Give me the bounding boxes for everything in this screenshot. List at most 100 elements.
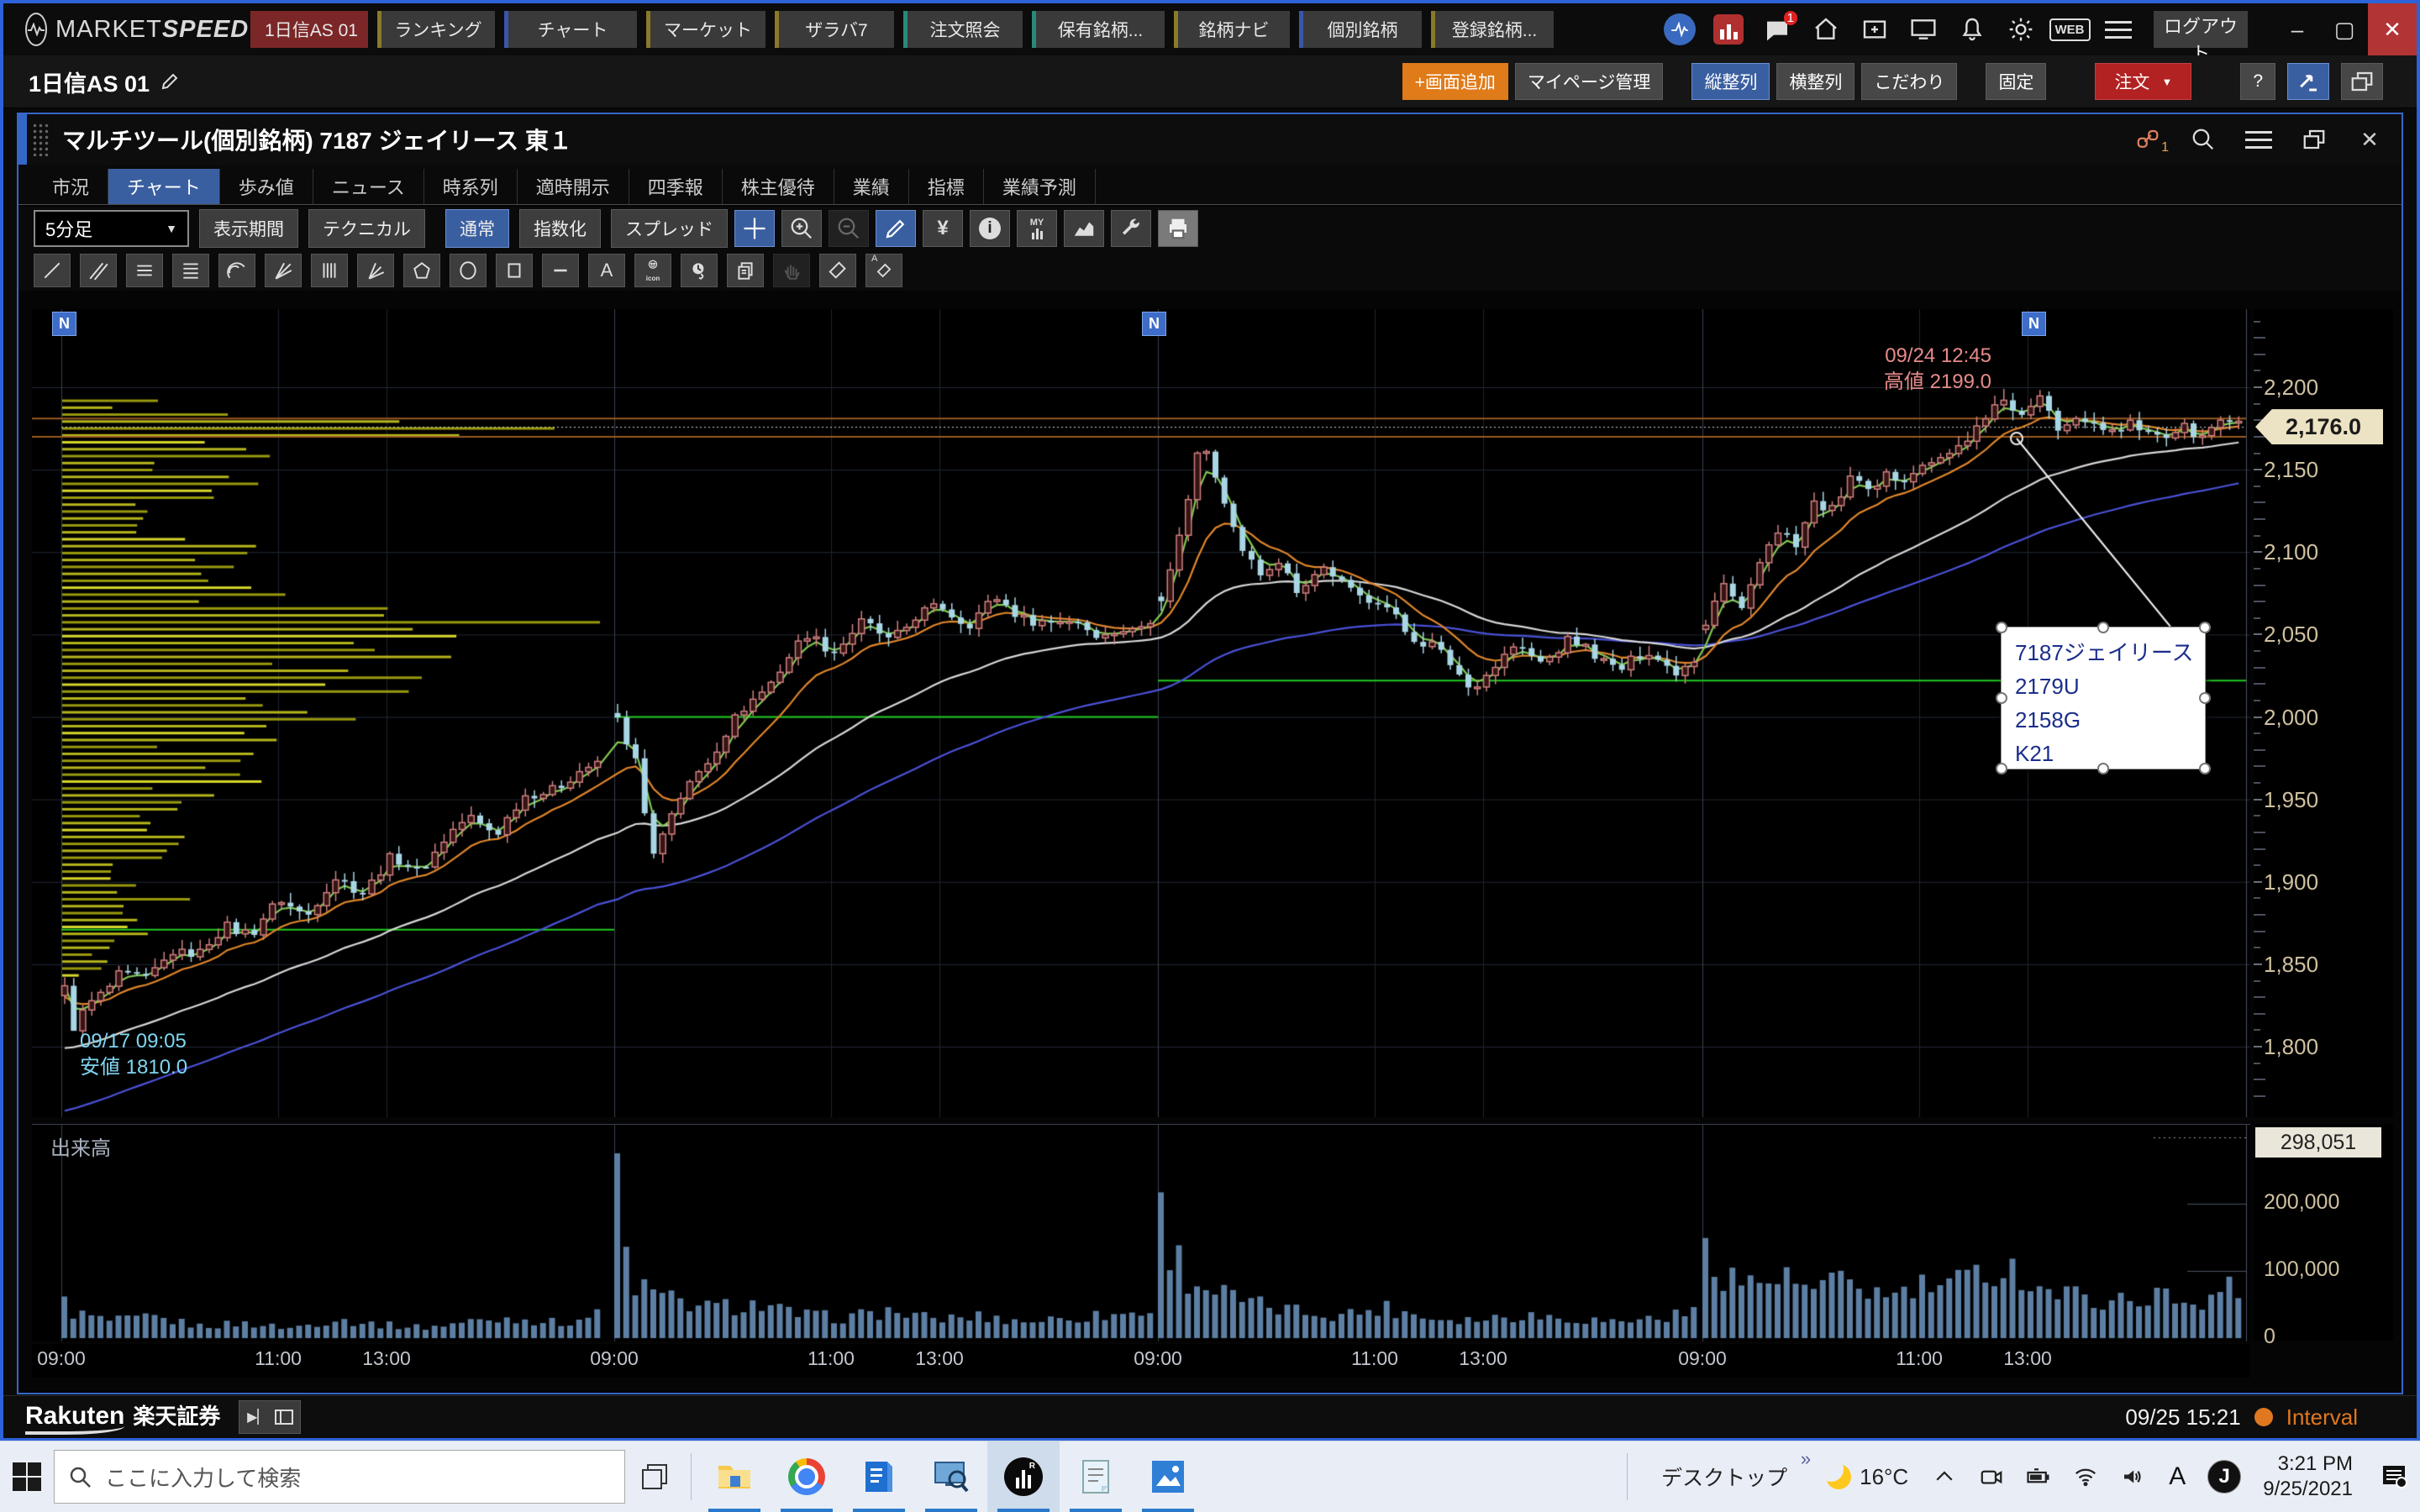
cast-icon[interactable] (1907, 13, 1940, 46)
news-marker[interactable]: N (2022, 312, 2046, 336)
main-tab-5[interactable]: ザラバ7 (775, 11, 894, 48)
toolbar-expand-chevrons[interactable]: » (1801, 1448, 1811, 1470)
start-button[interactable] (0, 1441, 54, 1512)
news-marker[interactable]: N (1142, 312, 1166, 336)
draw-tool-text[interactable]: A (588, 254, 625, 287)
price-axis[interactable]: 2,2002,1502,1002,0502,0001,9501,9001,850… (2254, 309, 2393, 1117)
selection-handle[interactable] (2199, 692, 2211, 704)
notification-center-button[interactable] (2380, 1462, 2408, 1491)
selection-handle[interactable] (2097, 763, 2109, 774)
taskbar-app-marketspeed[interactable]: R (987, 1441, 1060, 1512)
annotation-note[interactable]: 7187ジェイリース2179U2158GK21 (2001, 627, 2206, 769)
web-icon[interactable]: WEB (2053, 13, 2086, 46)
wrench-icon-button[interactable] (1111, 210, 1151, 247)
main-tab-10[interactable]: 登録銘柄... (1431, 11, 1554, 48)
volume-canvas[interactable] (32, 1125, 2250, 1341)
workspace-button-[interactable]: 固定 (1986, 63, 2046, 100)
draw-tool-fan-lines[interactable] (265, 254, 302, 287)
taskbar-app-file-explorer[interactable] (698, 1441, 771, 1512)
tool-tab-四季報[interactable]: 四季報 (629, 169, 723, 204)
tool-tab-歩み値[interactable]: 歩み値 (220, 169, 313, 204)
workspace-button-[interactable]: マイページ管理 (1515, 63, 1664, 100)
add-window-icon[interactable] (1858, 13, 1891, 46)
volume-pane[interactable]: 出来高 (32, 1124, 2250, 1341)
menu-icon[interactable] (2102, 13, 2135, 46)
desktop-toolbar[interactable]: デスクトップ » (1656, 1462, 1804, 1492)
minimize-button[interactable]: – (2274, 3, 2321, 55)
ime-indicator[interactable]: A (2169, 1462, 2186, 1491)
workspace-button-[interactable]: ? (2240, 63, 2275, 100)
draw-tool-trendline[interactable] (34, 254, 71, 287)
maximize-button[interactable]: ▢ (2321, 3, 2368, 55)
app-chart-red-icon[interactable] (1712, 13, 1745, 46)
ime-mode-badge[interactable]: J (2207, 1460, 2241, 1494)
toolbar-button-テクニカル[interactable]: テクニカル (308, 209, 425, 248)
link-icon[interactable]: 1 (2131, 123, 2165, 156)
settings-icon[interactable] (2004, 13, 2038, 46)
yen-icon-button[interactable]: ¥ (923, 210, 963, 247)
workspace-button-[interactable]: 注文▼ (2095, 63, 2191, 100)
edit-pencil-icon[interactable] (160, 71, 180, 92)
toolbar-button-スプレッド[interactable]: スプレッド (611, 209, 728, 248)
close-button[interactable]: ✕ (2368, 3, 2417, 55)
taskbar-app-chrome[interactable] (771, 1441, 843, 1512)
draw-tool-hsegment[interactable] (542, 254, 579, 287)
taskbar-search[interactable]: ここに入力して検索 (54, 1450, 625, 1504)
info-icon-button[interactable]: i (970, 210, 1010, 247)
taskbar-clock[interactable]: 3:21 PM 9/25/2021 (2263, 1452, 2353, 1502)
task-view-button[interactable] (625, 1441, 684, 1512)
main-tab-2[interactable]: ランキング (377, 11, 495, 48)
multitool-titlebar[interactable]: マルチツール(個別銘柄) 7187 ジェイリース 東１ 1✕ (18, 114, 2402, 165)
bell-icon[interactable] (1955, 13, 1989, 46)
windows-icon-button[interactable] (2341, 63, 2383, 100)
main-tab-9[interactable]: 個別銘柄 (1299, 11, 1422, 48)
chevron-up-icon[interactable] (1930, 1462, 1959, 1491)
news-marker[interactable]: N (52, 312, 76, 336)
main-tab-3[interactable]: チャート (504, 11, 637, 48)
interval-select[interactable]: 5分足▼ (34, 210, 189, 247)
draw-tool-pentagon[interactable] (403, 254, 440, 287)
camera-icon[interactable] (1977, 1462, 2006, 1491)
taskbar-app-notepad[interactable] (1060, 1441, 1132, 1512)
pencil-icon-button[interactable] (876, 210, 916, 247)
draw-tool-time-cycle[interactable] (681, 254, 718, 287)
tool-tab-ニュース[interactable]: ニュース (313, 169, 424, 204)
print-icon-button[interactable] (1158, 210, 1198, 247)
order-dropdown-caret[interactable]: ▼ (2161, 76, 2172, 88)
taskbar-app-remote-viewer[interactable] (915, 1441, 987, 1512)
tool-tab-株主優待[interactable]: 株主優待 (723, 169, 834, 204)
zoom-in-icon-button[interactable] (781, 210, 822, 247)
workspace-button-[interactable]: こだわり (1861, 63, 1957, 100)
ticker-toggle-button[interactable]: ▶▏ (239, 1400, 301, 1434)
draw-tool-pitchfork[interactable] (357, 254, 394, 287)
selection-handle[interactable] (2097, 622, 2109, 633)
zoom-out-icon-button[interactable] (829, 210, 869, 247)
tool-tab-業績予測[interactable]: 業績予測 (984, 169, 1096, 204)
draw-tool-vlines[interactable] (311, 254, 348, 287)
draw-tool-rectangle[interactable] (496, 254, 533, 287)
notifications-icon[interactable]: 1 (1760, 13, 1794, 46)
selection-handle[interactable] (1996, 692, 2007, 704)
draw-tool-eraser[interactable] (819, 254, 856, 287)
area-chart-icon-button[interactable] (1064, 210, 1104, 247)
tool-tab-チャート[interactable]: チャート (108, 169, 220, 204)
interval-label[interactable]: Interval (2286, 1404, 2358, 1431)
selection-handle[interactable] (2199, 622, 2211, 633)
draw-tool-icon-stamp[interactable]: icon (634, 254, 671, 287)
speaker-icon[interactable] (2118, 1462, 2147, 1491)
draw-tool-parallel-lines[interactable] (80, 254, 117, 287)
weather-widget[interactable]: 16°C (1826, 1464, 1908, 1490)
price-chart-pane[interactable]: 09/24 12:45高値 2199.0 09/17 09:05安値 1810.… (32, 309, 2250, 1117)
logout-button[interactable]: ログアウト (2154, 11, 2248, 48)
tool-tab-市況[interactable]: 市況 (34, 169, 108, 204)
candlestick-canvas[interactable] (32, 309, 2250, 1117)
wifi-icon[interactable] (2071, 1462, 2100, 1491)
drag-handle[interactable] (32, 123, 50, 156)
main-tab-8[interactable]: 銘柄ナビ (1174, 11, 1290, 48)
draw-tool-fib-arc[interactable] (218, 254, 255, 287)
workspace-button-[interactable]: 縦整列 (1691, 63, 1770, 100)
draw-tool-hlines-3[interactable] (126, 254, 163, 287)
toolbar-button-通常[interactable]: 通常 (445, 209, 509, 248)
main-tab-1[interactable]: 1日信AS 01 (250, 11, 368, 48)
toolbar-button-表示期間[interactable]: 表示期間 (199, 209, 298, 248)
